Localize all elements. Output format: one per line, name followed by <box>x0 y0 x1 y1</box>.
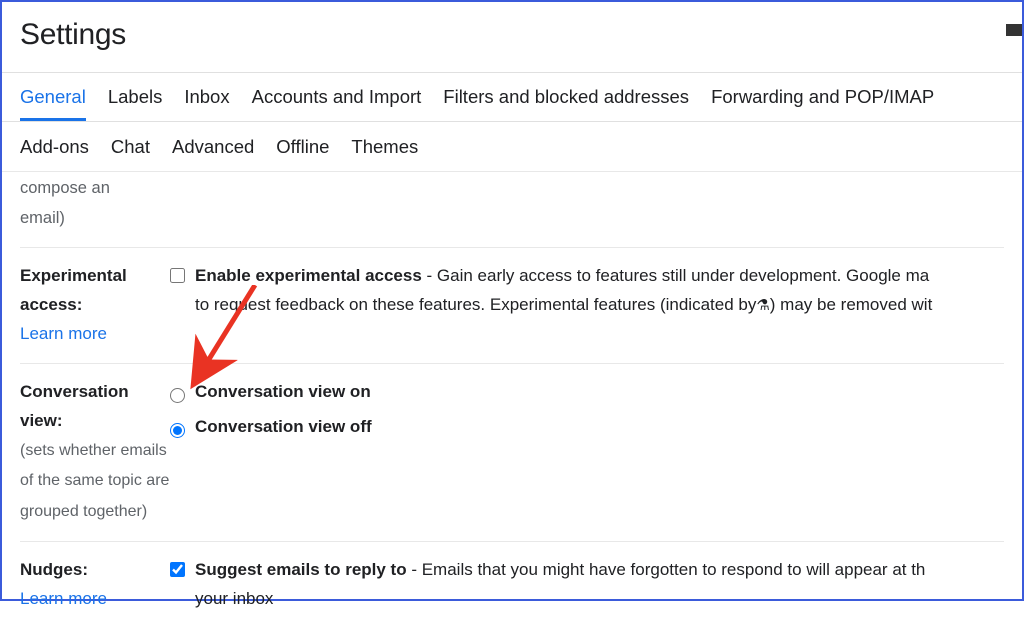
experimental-desc2: to request feedback on these features. E… <box>195 295 756 314</box>
setting-nudges: Nudges: Learn more Suggest emails to rep… <box>20 542 1004 628</box>
nudges-suggest-reply-checkbox[interactable] <box>170 562 185 577</box>
conversation-off-radio[interactable] <box>170 423 185 438</box>
experimental-description: Enable experimental access - Gain early … <box>195 262 932 320</box>
top-right-badge <box>1006 24 1022 36</box>
tab-labels[interactable]: Labels <box>108 74 163 120</box>
conversation-on-label[interactable]: Conversation view on <box>195 378 371 407</box>
nudges-learn-more-link[interactable]: Learn more <box>20 589 107 608</box>
conversation-label: Conversation view: <box>20 382 129 430</box>
partial-text-1: compose an <box>20 179 110 197</box>
experimental-label: Experimental access: <box>20 266 127 314</box>
conversation-subtext: (sets whether emails of the same topic a… <box>20 442 169 520</box>
nudges-description: Suggest emails to reply to - Emails that… <box>195 556 925 614</box>
experimental-desc3: ) may be removed wit <box>770 295 933 314</box>
tab-themes[interactable]: Themes <box>351 124 418 170</box>
tab-forwarding-pop-imap[interactable]: Forwarding and POP/IMAP <box>711 74 934 120</box>
experimental-learn-more-link[interactable]: Learn more <box>20 324 107 343</box>
tab-accounts-import[interactable]: Accounts and Import <box>252 74 422 120</box>
partial-setting-row: compose an email) <box>20 172 1004 248</box>
nudges-label: Nudges: <box>20 560 88 579</box>
tab-general[interactable]: General <box>20 74 86 121</box>
nudges-bold: Suggest emails to reply to <box>195 560 407 579</box>
setting-conversation-view: Conversation view: (sets whether emails … <box>20 364 1004 542</box>
settings-tabs-row-2: Add-ons Chat Advanced Offline Themes <box>2 122 1022 172</box>
flask-icon: ⚗ <box>756 293 769 319</box>
tab-addons[interactable]: Add-ons <box>20 124 89 170</box>
experimental-bold: Enable experimental access <box>195 266 422 285</box>
nudges-desc2: your inbox <box>195 589 273 608</box>
experimental-desc1: - Gain early access to features still un… <box>422 266 929 285</box>
experimental-checkbox[interactable] <box>170 268 185 283</box>
partial-text-2: email) <box>20 209 65 227</box>
conversation-off-label[interactable]: Conversation view off <box>195 413 372 442</box>
tab-filters-blocked[interactable]: Filters and blocked addresses <box>443 74 689 120</box>
nudges-desc1: - Emails that you might have forgotten t… <box>407 560 926 579</box>
page-title: Settings <box>20 18 1004 52</box>
tab-advanced[interactable]: Advanced <box>172 124 254 170</box>
conversation-on-radio[interactable] <box>170 388 185 403</box>
setting-experimental-access: Experimental access: Learn more Enable e… <box>20 248 1004 364</box>
tab-chat[interactable]: Chat <box>111 124 150 170</box>
settings-tabs-row-1: General Labels Inbox Accounts and Import… <box>2 72 1022 122</box>
tab-offline[interactable]: Offline <box>276 124 329 170</box>
tab-inbox[interactable]: Inbox <box>184 74 229 120</box>
